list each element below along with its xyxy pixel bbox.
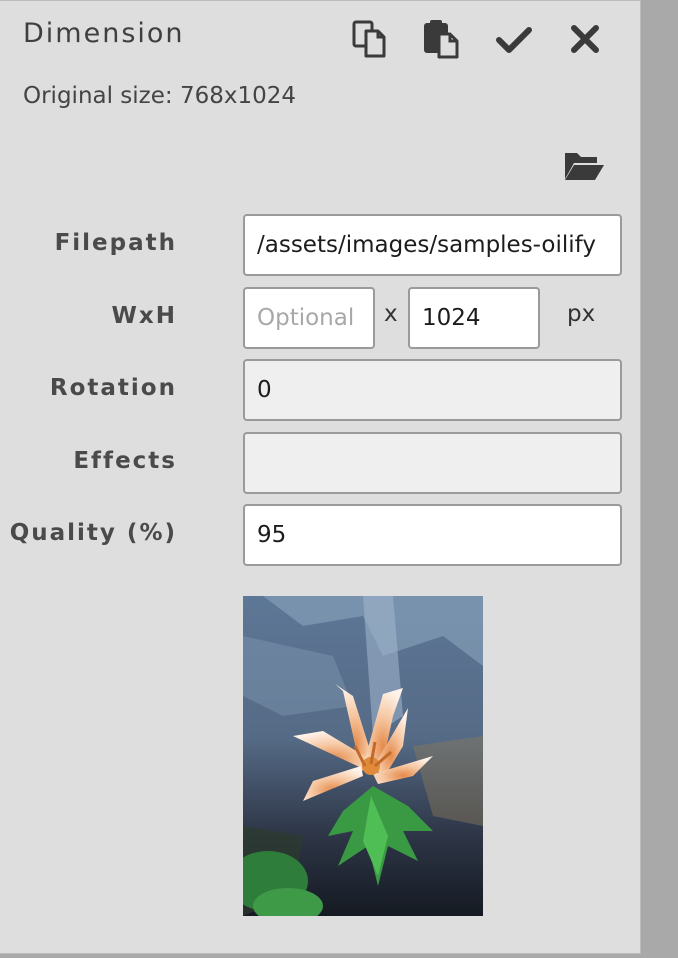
- filepath-input[interactable]: /assets/images/samples-oilify: [243, 214, 622, 276]
- original-size-text: Original size: 768x1024: [23, 83, 297, 109]
- quality-input[interactable]: 95: [243, 504, 622, 566]
- rotation-field[interactable]: 0: [243, 359, 622, 421]
- panel-title: Dimension: [23, 18, 185, 49]
- dimension-panel: Dimension Original size: 768x1024 Filepa…: [0, 0, 641, 954]
- image-preview: [243, 596, 483, 916]
- wxh-label: WxH: [111, 303, 177, 329]
- close-icon[interactable]: [565, 19, 605, 59]
- width-input[interactable]: Optional: [243, 287, 375, 349]
- dimension-separator: x: [384, 301, 398, 327]
- check-icon[interactable]: [494, 19, 534, 59]
- effects-label: Effects: [73, 448, 177, 474]
- paste-icon[interactable]: [421, 19, 461, 59]
- effects-field[interactable]: [243, 432, 622, 494]
- filepath-label: Filepath: [54, 230, 177, 256]
- unit-label: px: [567, 301, 596, 327]
- folder-open-icon[interactable]: [563, 145, 605, 185]
- height-input[interactable]: 1024: [408, 287, 540, 349]
- copy-icon[interactable]: [350, 19, 390, 59]
- rotation-label: Rotation: [49, 375, 177, 401]
- quality-label: Quality (%): [9, 520, 177, 546]
